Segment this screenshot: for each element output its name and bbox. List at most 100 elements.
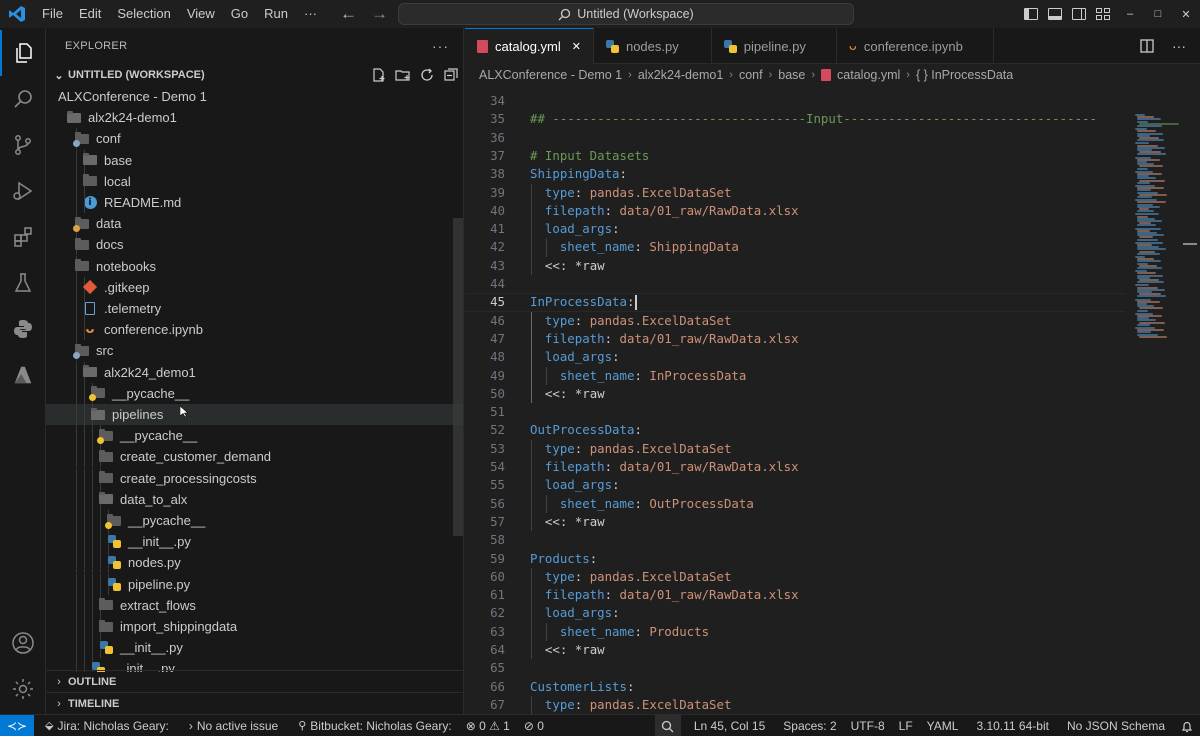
code-editor[interactable]: 34 35 ## ---------------------------------… [465,90,1200,714]
tree-item[interactable]: __init__.py [46,531,464,553]
tree-item[interactable]: __pycache__ [46,510,464,531]
refresh-icon[interactable] [419,67,435,83]
menu-selection[interactable]: Selection [109,0,178,28]
outline-label: OUTLINE [68,675,117,688]
tree-item[interactable]: create_customer_demand [46,446,464,468]
menu-edit[interactable]: Edit [71,0,109,28]
testing-icon[interactable] [0,260,46,306]
explorer-more-button[interactable]: ··· [432,38,449,54]
python-icon[interactable] [0,306,46,352]
status-ports[interactable]: ⊘ 0 [517,719,551,733]
tree-item[interactable]: __init__.py [46,637,464,659]
minimap[interactable] [1129,90,1189,714]
status-active-issue[interactable]: › No active issue [182,719,285,733]
status-cursor-position[interactable]: Ln 45, Col 15 [687,719,772,733]
tree-item[interactable]: ᴗ conference.ipynb [46,319,464,341]
manage-gear-icon[interactable] [0,666,46,712]
tree-item[interactable]: src [46,340,464,362]
new-folder-icon[interactable] [395,67,411,83]
tree-item[interactable]: data [46,213,464,235]
tree-item[interactable]: extract_flows [46,594,464,616]
zoom-icon[interactable] [654,715,681,736]
customize-layout-icon[interactable] [1096,8,1110,20]
tree-item[interactable]: __pycache__ [46,382,464,404]
line-number: 53 [490,440,505,456]
tree-item[interactable]: conf [46,128,464,150]
menu-go[interactable]: Go [223,0,256,28]
extensions-icon[interactable] [0,214,46,260]
search-icon[interactable] [0,76,46,122]
explorer-icon[interactable] [0,30,46,76]
forward-arrow-icon[interactable]: → [371,4,388,24]
menu-view[interactable]: View [179,0,223,28]
minimize-button[interactable]: – [1116,8,1144,20]
tree-item[interactable]: data_to_alx [46,488,464,510]
breadcrumb-item[interactable]: catalog.yml [837,68,900,82]
breadcrumb-symbol[interactable]: { } InProcessData [916,68,1013,82]
sidebar-scrollbar[interactable] [453,218,463,536]
tree-item[interactable]: .telemetry [46,298,464,319]
collapse-all-icon[interactable] [443,67,459,83]
toggle-secondary-sidebar-icon[interactable] [1072,8,1086,20]
toggle-panel-icon[interactable] [1048,8,1062,20]
status-interpreter[interactable]: 3.10.11 64-bit [969,719,1056,733]
tree-item[interactable]: nodes.py [46,552,464,574]
tree-item[interactable]: pipelines [46,404,464,425]
editor-scrollbar[interactable] [1183,243,1197,245]
tab-nodes-py[interactable]: nodes.py [594,28,712,64]
timeline-section-header[interactable]: › TIMELINE [46,692,464,714]
tree-item[interactable]: pipeline.py [46,573,464,595]
tree-item[interactable]: __pycache__ [46,425,464,447]
breadcrumb-item[interactable]: ALXConference - Demo 1 [479,68,622,82]
close-window-button[interactable]: ✕ [1172,8,1200,21]
status-language[interactable]: YAML [920,719,966,733]
new-file-icon[interactable] [371,67,387,83]
run-debug-icon[interactable] [0,168,46,214]
workspace-section-header[interactable]: ⌄ UNTITLED (WORKSPACE) [46,64,463,86]
status-jira[interactable]: ⬙ Jira: Nicholas Geary: [38,719,176,733]
close-tab-icon[interactable]: ✕ [572,40,581,53]
tab-catalog-yml[interactable]: catalog.yml ✕ [465,28,594,64]
tree-item[interactable]: alx2k24-demo1 [46,107,464,128]
toggle-primary-sidebar-icon[interactable] [1024,8,1038,20]
tab-pipeline-py[interactable]: pipeline.py [712,28,837,64]
status-eol[interactable]: LF [892,719,920,733]
folder-config-icon [73,343,90,359]
back-arrow-icon[interactable]: ← [340,4,357,24]
status-json-schema[interactable]: No JSON Schema [1060,719,1172,733]
breadcrumb-item[interactable]: alx2k24-demo1 [638,68,723,82]
menu-run[interactable]: Run [256,0,296,28]
menu-file[interactable]: File [34,0,71,28]
breadcrumb-item[interactable]: conf [739,68,763,82]
tree-item[interactable]: alx2k24_demo1 [46,361,464,383]
command-center[interactable]: Untitled (Workspace) [398,3,854,25]
notifications-bell-icon[interactable] [1174,720,1200,733]
tab-conference-ipynb[interactable]: ᴗ conference.ipynb [837,28,994,64]
tree-item[interactable]: create_processingcosts [46,467,464,489]
tree-item[interactable]: import_shippingdata [46,616,464,637]
status-encoding[interactable]: UTF-8 [844,719,892,733]
tree-item[interactable]: local [46,170,464,192]
menu-more[interactable]: ··· [296,0,325,28]
bitbucket-icon: ⚲ [298,720,307,732]
editor-more-button[interactable]: ··· [1172,38,1186,54]
accounts-icon[interactable] [0,620,46,666]
tree-item[interactable]: i README.md [46,192,464,213]
split-editor-icon[interactable] [1140,39,1154,53]
status-bitbucket[interactable]: ⚲ Bitbucket: Nicholas Geary: [291,719,458,733]
minimap-line [1137,181,1150,184]
remote-indicator-icon[interactable]: ≺≻ [0,714,34,736]
tree-item[interactable]: docs [46,234,464,256]
azure-icon[interactable] [0,352,46,398]
breadcrumb-item[interactable]: base [778,68,805,82]
explorer-title: EXPLORER [65,40,128,52]
source-control-icon[interactable] [0,122,46,168]
outline-section-header[interactable]: › OUTLINE [46,670,464,692]
maximize-button[interactable]: □ [1144,8,1172,20]
status-problems[interactable]: ⊗ 0 ⚠ 1 [459,719,517,733]
tree-item[interactable]: notebooks [46,255,464,277]
status-indentation[interactable]: Spaces: 2 [776,719,843,733]
tree-item[interactable]: ALXConference - Demo 1 [46,86,464,107]
tree-item[interactable]: base [46,149,464,171]
tree-item[interactable]: .gitkeep [46,276,464,298]
